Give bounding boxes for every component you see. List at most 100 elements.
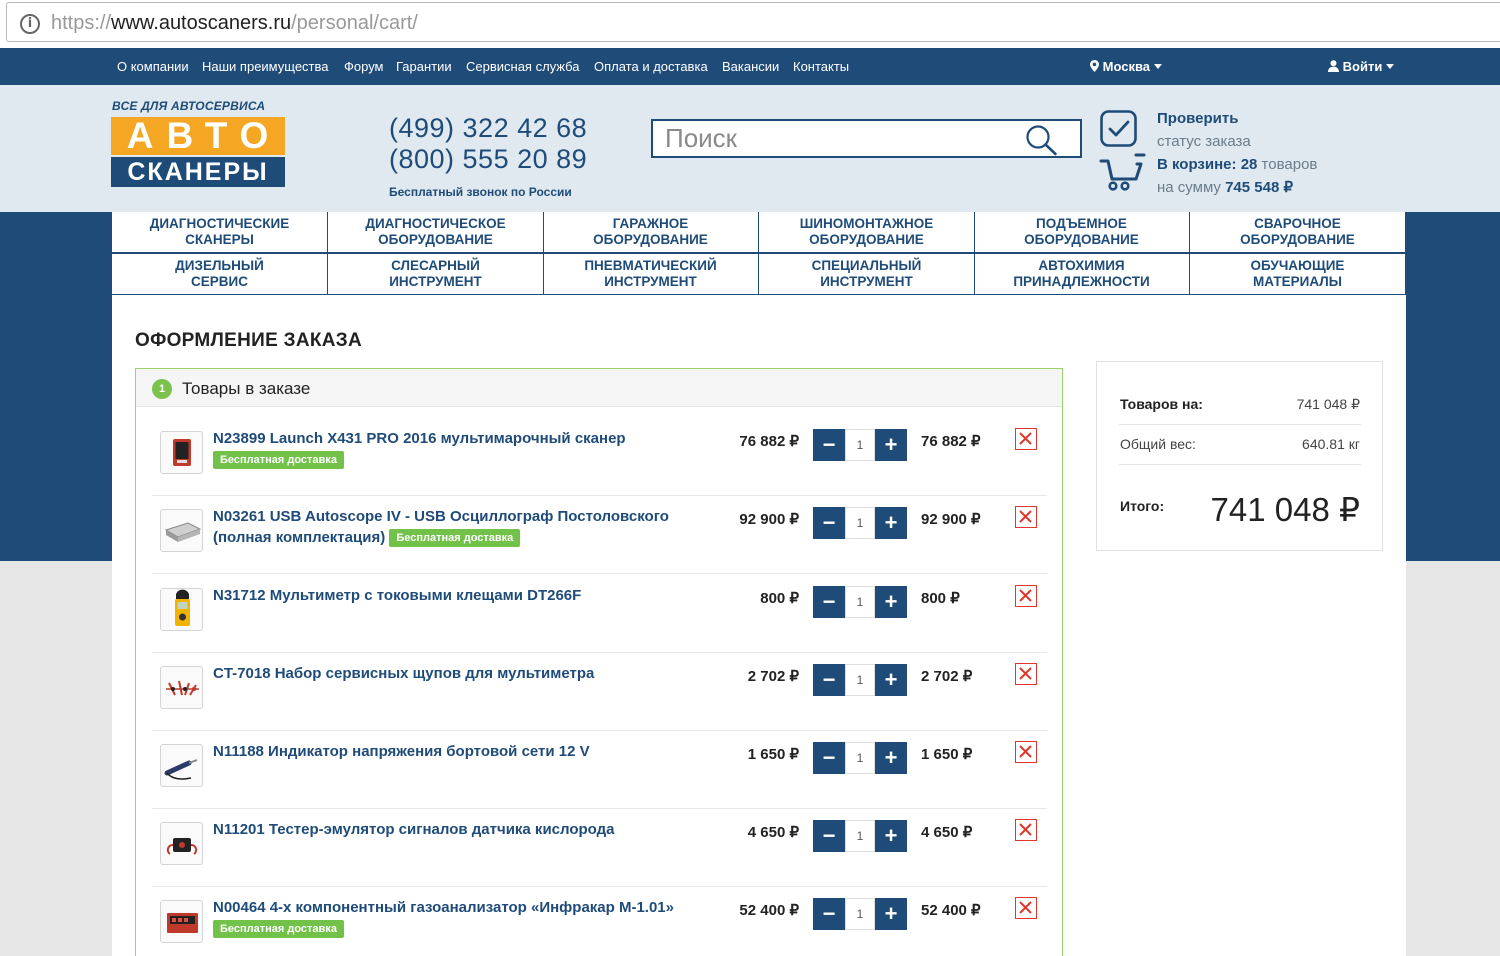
free-delivery-badge: Бесплатная доставка	[213, 920, 344, 939]
nav-link-advantages[interactable]: Наши преимущества	[202, 59, 329, 74]
category-diag-equipment[interactable]: ДИАГНОСТИЧЕСКОЕ ОБОРУДОВАНИЕ	[328, 212, 544, 254]
decrease-qty-button[interactable]: −	[813, 664, 845, 696]
category-welding[interactable]: СВАРОЧНОЕ ОБОРУДОВАНИЕ	[1190, 212, 1406, 254]
category-diesel[interactable]: ДИЗЕЛЬНЫЙ СЕРВИС	[112, 254, 328, 296]
category-locksmith[interactable]: СЛЕСАРНЫЙ ИНСТРУМЕНТ	[328, 254, 544, 296]
cart-count-line[interactable]: В корзине: 28 товаров	[1157, 156, 1317, 173]
sensor-tester-icon[interactable]	[160, 822, 203, 865]
total-value: 741 048 ₽	[1210, 491, 1360, 528]
quantity-input[interactable]	[845, 898, 875, 930]
check-order-link[interactable]: Проверить	[1157, 110, 1238, 127]
unit-price: 2 702 ₽	[747, 668, 799, 685]
remove-item-button[interactable]	[1015, 741, 1037, 763]
free-delivery-badge: Бесплатная доставка	[389, 529, 521, 548]
oscilloscope-box-icon[interactable]	[160, 509, 203, 552]
total-label: Итого:	[1120, 498, 1165, 514]
nav-link-about[interactable]: О компании	[117, 59, 189, 74]
site-info-icon[interactable]: i	[20, 14, 40, 34]
product-name-link[interactable]: CT-7018 Набор сервисных щупов для мульти…	[213, 663, 713, 684]
voltage-probe-icon[interactable]	[160, 744, 203, 787]
decrease-qty-button[interactable]: −	[813, 586, 845, 618]
decrease-qty-button[interactable]: −	[813, 820, 845, 852]
site-logo[interactable]: ВСЕ ДЛЯ АВТОСЕРВИСА АВТО СКАНЕРЫ	[111, 99, 287, 189]
nav-link-contacts[interactable]: Контакты	[793, 59, 849, 74]
top-navigation: О компании Наши преимущества Форум Гаран…	[0, 48, 1500, 85]
category-diag-scanners[interactable]: ДИАГНОСТИЧЕСКИЕ СКАНЕРЫ	[112, 212, 328, 254]
quantity-input[interactable]	[845, 742, 875, 774]
category-menu: ДИАГНОСТИЧЕСКИЕ СКАНЕРЫ ДИАГНОСТИЧЕСКОЕ …	[112, 212, 1406, 296]
tablet-scanner-icon[interactable]	[160, 431, 203, 474]
phone-free[interactable]: (800) 555 20 89	[389, 144, 587, 175]
phone-moscow[interactable]: (499) 322 42 68	[389, 113, 587, 144]
decrease-qty-button[interactable]: −	[813, 507, 845, 539]
url-text[interactable]: https://www.autoscaners.ru/personal/cart…	[51, 12, 418, 35]
remove-item-button[interactable]	[1015, 663, 1037, 685]
gas-analyzer-icon[interactable]	[160, 900, 203, 943]
product-name-link[interactable]: N00464 4-х компонентный газоанализатор «…	[213, 897, 713, 939]
line-total: 2 702 ₽	[921, 668, 973, 685]
increase-qty-button[interactable]: +	[875, 820, 907, 852]
login-button[interactable]: Войти	[1328, 59, 1394, 74]
decrease-qty-button[interactable]: −	[813, 898, 845, 930]
category-tire[interactable]: ШИНОМОНТАЖНОЕ ОБОРУДОВАНИЕ	[759, 212, 975, 254]
product-name-link[interactable]: N23899 Launch X431 PRO 2016 мультимарочн…	[213, 428, 713, 470]
order-items-title: Товары в заказе	[182, 379, 311, 398]
quantity-input[interactable]	[845, 429, 875, 461]
category-lifting[interactable]: ПОДЪЕМНОЕ ОБОРУДОВАНИЕ	[974, 212, 1190, 254]
checkbox-status-icon[interactable]	[1100, 110, 1137, 147]
close-icon	[1019, 823, 1032, 836]
increase-qty-button[interactable]: +	[875, 507, 907, 539]
remove-item-button[interactable]	[1015, 897, 1037, 919]
decrease-qty-button[interactable]: −	[813, 429, 845, 461]
close-icon	[1019, 745, 1032, 758]
increase-qty-button[interactable]: +	[875, 898, 907, 930]
search-box	[651, 119, 1082, 158]
remove-item-button[interactable]	[1015, 819, 1037, 841]
increase-qty-button[interactable]: +	[875, 742, 907, 774]
decrease-qty-button[interactable]: −	[813, 742, 845, 774]
search-input[interactable]	[665, 124, 1015, 153]
product-name-link[interactable]: N31712 Мультиметр с токовыми клещами DT2…	[213, 585, 713, 606]
increase-qty-button[interactable]: +	[875, 429, 907, 461]
increase-qty-button[interactable]: +	[875, 586, 907, 618]
quantity-input[interactable]	[845, 820, 875, 852]
user-icon	[1328, 60, 1339, 72]
search-icon[interactable]	[1025, 124, 1059, 156]
category-garage[interactable]: ГАРАЖНОЕ ОБОРУДОВАНИЕ	[543, 212, 759, 254]
unit-price: 800 ₽	[760, 590, 799, 607]
quantity-input[interactable]	[845, 507, 875, 539]
nav-link-payment[interactable]: Оплата и доставка	[594, 59, 708, 74]
product-name: N11188 Индикатор напряжения бортовой сет…	[213, 743, 590, 760]
increase-qty-button[interactable]: +	[875, 664, 907, 696]
remove-item-button[interactable]	[1015, 428, 1037, 450]
category-training[interactable]: ОБУЧАЮЩИЕ МАТЕРИАЛЫ	[1190, 254, 1406, 296]
check-order-sub: статус заказа	[1157, 133, 1251, 150]
unit-price: 92 900 ₽	[739, 511, 799, 528]
category-chemistry[interactable]: АВТОХИМИЯ ПРИНАДЛЕЖНОСТИ	[974, 254, 1190, 296]
nav-link-forum[interactable]: Форум	[344, 59, 384, 74]
unit-price: 52 400 ₽	[739, 902, 799, 919]
nav-link-guarantees[interactable]: Гарантии	[396, 59, 452, 74]
remove-item-button[interactable]	[1015, 585, 1037, 607]
url-scheme: https://	[51, 12, 112, 34]
quantity-input[interactable]	[845, 586, 875, 618]
nav-link-vacancies[interactable]: Вакансии	[722, 59, 779, 74]
line-total: 92 900 ₽	[921, 511, 981, 528]
cart-icon[interactable]	[1099, 153, 1147, 193]
category-pneumatic[interactable]: ПНЕВМАТИЧЕСКИЙ ИНСТРУМЕНТ	[543, 254, 759, 296]
order-items-panel: 1 Товары в заказе N23899 Launch X431 PRO…	[135, 368, 1063, 956]
url-host: www.autoscaners.ru	[111, 12, 292, 34]
goods-value: 741 048 ₽	[1296, 396, 1360, 412]
product-name-link[interactable]: N03261 USB Autoscope IV - USB Осциллогра…	[213, 506, 713, 548]
remove-item-button[interactable]	[1015, 506, 1037, 528]
product-name-link[interactable]: N11188 Индикатор напряжения бортовой сет…	[213, 741, 713, 762]
city-label: Москва	[1102, 59, 1151, 74]
city-selector[interactable]: Москва	[1090, 59, 1162, 74]
clamp-meter-icon[interactable]	[160, 588, 203, 631]
nav-link-service[interactable]: Сервисная служба	[466, 59, 580, 74]
url-field[interactable]: i https://www.autoscaners.ru/personal/ca…	[6, 2, 1500, 42]
category-special[interactable]: СПЕЦИАЛЬНЫЙ ИНСТРУМЕНТ	[759, 254, 975, 296]
product-name-link[interactable]: N11201 Тестер-эмулятор сигналов датчика …	[213, 819, 713, 840]
quantity-input[interactable]	[845, 664, 875, 696]
probe-set-icon[interactable]	[160, 666, 203, 709]
